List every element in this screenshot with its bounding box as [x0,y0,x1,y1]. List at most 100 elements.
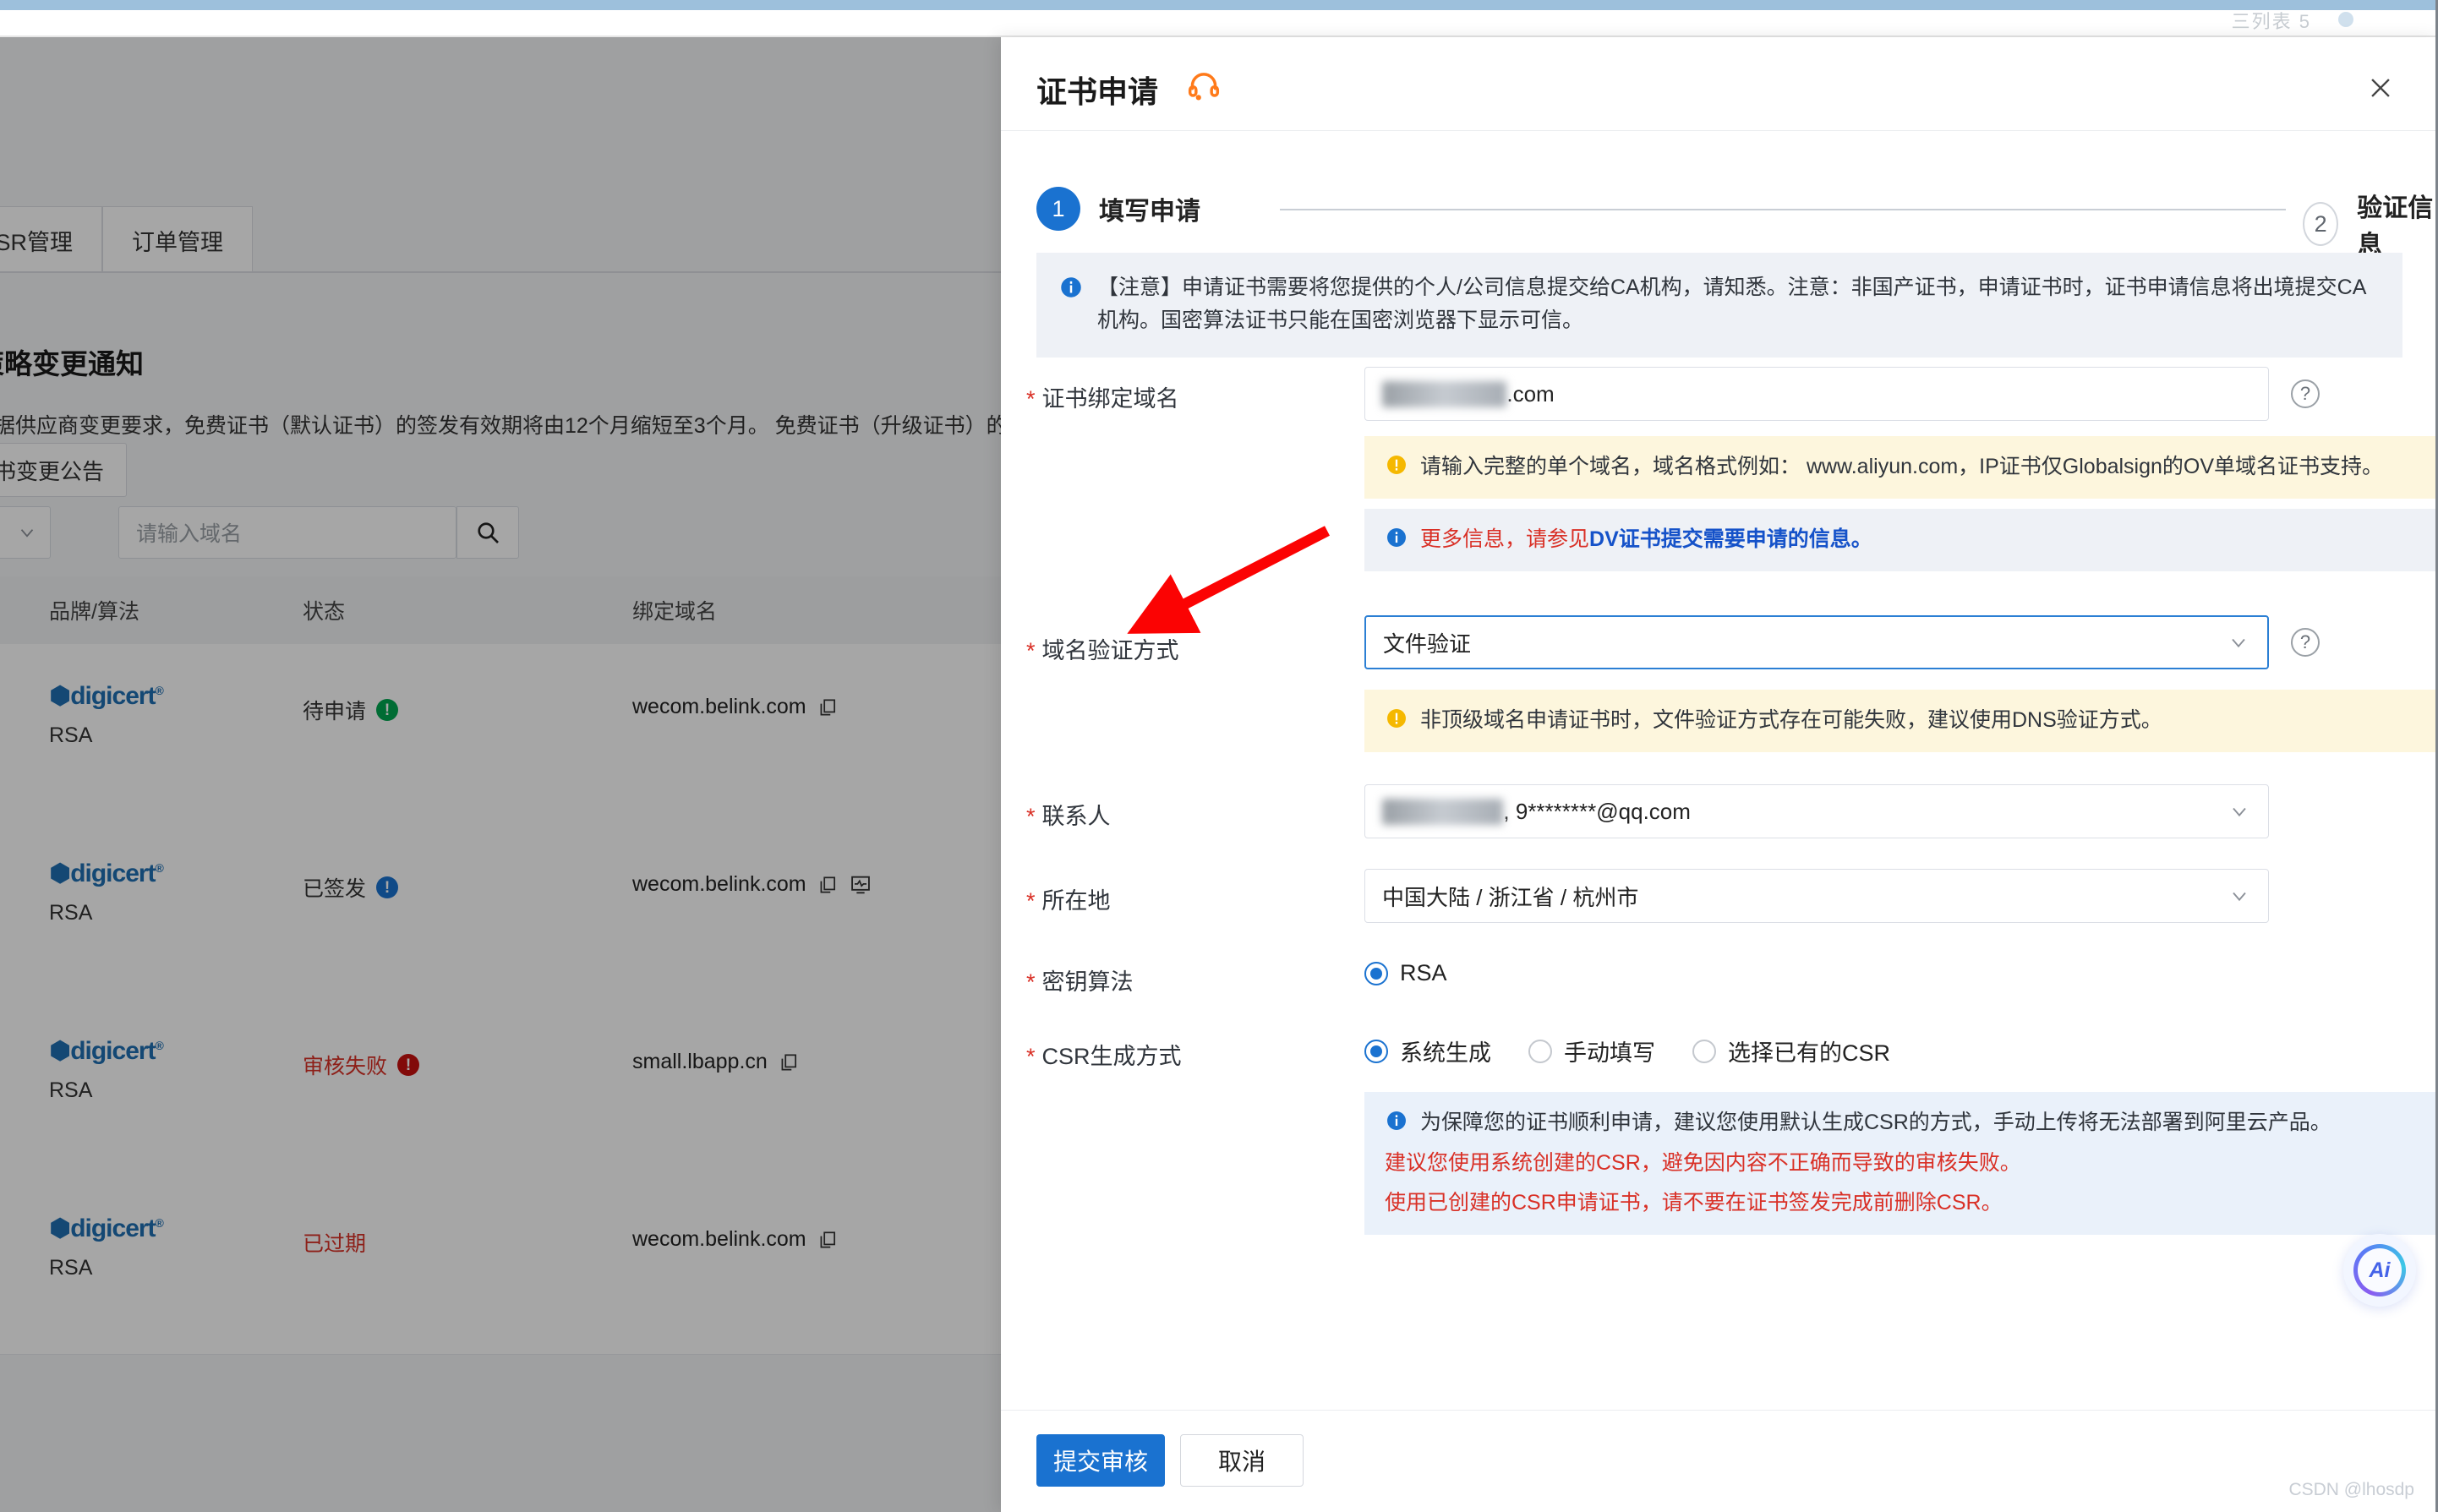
headset-icon[interactable] [1185,68,1222,109]
step-connector-line [1280,209,2286,210]
search-button[interactable] [456,506,519,559]
digicert-logo: ⬢digicert® [49,682,164,710]
dv-info-link[interactable]: DV证书提交需要申请的信息。 [1589,527,1872,551]
step-indicator: 1 填写申请 2 验证信息 [1001,166,2438,259]
label-text: 联系人 [1041,804,1111,829]
domain-text: wecom.belink.com [632,1227,806,1251]
label-csr-generation: * CSR生成方式 [1001,1038,1356,1071]
csr-radio-group: 系统生成 手动填写 选择已有的CSR [1364,1034,1890,1067]
step-number: 2 [2303,202,2339,246]
label-validation-method: * 域名验证方式 [1001,632,1356,665]
ai-assistant-button[interactable]: Ai [2343,1234,2416,1307]
table-row[interactable]: ⬢digicert® RSA 已过期 wecom.belink.com [0,1176,1001,1355]
radio-existing-csr[interactable]: 选择已有的CSR [1692,1034,1890,1067]
tab-csr-management[interactable]: CSR管理 [0,206,103,273]
chevron-down-icon [2233,807,2246,817]
button-label: 证书变更公告 [0,458,105,484]
table-header-row [0,576,1001,644]
status-badge: 审核失败! [303,1050,420,1080]
status-badge: 已过期 [303,1227,366,1258]
copy-icon[interactable] [778,1051,800,1073]
dv-info-prefix: 更多信息，请参见 [1420,527,1590,551]
monitor-icon[interactable] [849,873,872,897]
validation-method-select[interactable]: 文件验证 [1364,615,2269,669]
csr-info-text: 为保障您的证书顺利申请，建议您使用默认生成CSR的方式，手动上传将无法部署到阿里… [1420,1111,2331,1134]
radio-label: RSA [1400,960,1447,985]
domain-help-icon[interactable]: ? [2291,379,2320,408]
domain-text: wecom.belink.com [632,695,806,718]
table-row[interactable]: ⬢digicert® RSA 待申请! wecom.belink.com [0,644,1001,822]
radio-indicator [1528,1039,1552,1063]
radio-manual-input[interactable]: 手动填写 [1528,1034,1655,1067]
chevron-down-icon [20,529,34,538]
watermark: CSDN @lhosdp [2288,1480,2414,1499]
button-label: 取消 [1217,1449,1265,1475]
csr-warning-line-1: 建议您使用系统创建的CSR，避免因内容不正确而导致的审核失败。 [1385,1150,2021,1175]
field-row-contact: *联系人 ███ ██ ██, 9********@qq.com [1001,784,2438,838]
domain-cell: wecom.belink.com [632,1227,839,1252]
policy-notice-body: 根据供应商变更要求，免费证书（默认证书）的签发有效期将由12个月缩短至3个月。 … [0,414,1001,438]
domain-search-input[interactable]: 请输入域名 [118,506,456,559]
algorithm-label: RSA [49,1256,93,1280]
submit-button[interactable]: 提交审核 [1036,1434,1165,1487]
status-text: 审核失败 [303,1055,388,1078]
search-placeholder: 请输入域名 [136,522,243,546]
label-text: CSR生成方式 [1041,1044,1182,1069]
ai-button-label: Ai [2358,1248,2402,1292]
table-row[interactable]: ⬢digicert® RSA 审核失败! small.lbapp.cn [0,999,1001,1177]
validation-help-icon[interactable]: ? [2291,628,2320,657]
cancel-button[interactable]: 取消 [1180,1434,1304,1487]
validation-warning-banner: 非顶级域名申请证书时，文件验证方式存在可能失败，建议使用DNS验证方式。 [1364,690,2438,752]
validation-warning-text: 非顶级域名申请证书时，文件验证方式存在可能失败，建议使用DNS验证方式。 [1420,708,2162,732]
contact-email: , 9********@qq.com [1503,798,1691,824]
label-text: 域名验证方式 [1041,638,1179,663]
tab-order-management[interactable]: 订单管理 [102,206,254,273]
browser-tab-ghost-icon [2338,12,2353,27]
copy-icon[interactable] [817,874,839,896]
certificate-change-announcement-button[interactable]: 证书变更公告 [0,443,128,497]
close-button[interactable] [2362,69,2399,106]
table-row[interactable]: ⬢digicert® RSA 已签发! wecom.belink.com [0,822,1001,1000]
certificate-application-form: *证书绑定域名 ████████.com ? 请输入完整的单个域名，域名格式例如… [1001,367,2438,1244]
background-tabs: CSR管理 订单管理 [0,206,254,273]
required-marker: * [1026,1044,1036,1069]
label-location: * 所在地 [1001,882,1356,915]
status-text: 已签发 [303,877,367,901]
search-icon [478,522,499,543]
domain-text: small.lbapp.cn [632,1050,768,1073]
radio-rsa[interactable]: RSA [1364,960,1447,986]
info-icon [1061,277,1081,297]
domain-input[interactable]: ████████.com [1364,367,2269,421]
digicert-logo: ⬢digicert® [49,860,164,887]
info-icon [1387,1111,1406,1130]
step-fill-application: 1 填写申请 [1036,187,1200,231]
contact-masked-value: ███ ██ ██ [1382,798,1504,825]
location-select[interactable]: 中国大陆 / 浙江省 / 杭州市 [1364,869,2269,923]
required-marker: * [1026,638,1036,663]
status-icon: ! [397,1054,420,1076]
button-label: 提交审核 [1052,1449,1148,1475]
red-arrow-annotation [1127,526,1330,634]
label-text: 密钥算法 [1041,969,1134,995]
radio-system-generated[interactable]: 系统生成 [1364,1034,1491,1067]
tabs-underline [0,271,1001,273]
status-badge: 已签发! [303,872,399,903]
tab-label: 订单管理 [132,229,224,255]
copy-icon[interactable] [817,1229,839,1251]
radio-indicator [1364,1039,1388,1063]
background-page: CSR管理 订单管理 策略变更通知 根据供应商变更要求，免费证书（默认证书）的签… [0,37,1001,1512]
field-row-location: * 所在地 中国大陆 / 浙江省 / 杭州市 [1001,869,2438,923]
label-contact: * 联系人 [1001,798,1356,831]
status-badge: 待申请! [303,695,399,725]
contact-select[interactable]: ███ ██ ██, 9********@qq.com [1364,784,2269,838]
drawer-title: 证书申请 [1036,74,1159,109]
step-label: 填写申请 [1099,198,1200,226]
policy-notice-title: 策略变更通知 [0,348,144,379]
field-row-domain: *证书绑定域名 ████████.com ? [1001,367,2438,421]
label-key-algorithm: * 密钥算法 [1001,963,1356,996]
status-text: 已过期 [303,1232,367,1256]
copy-icon[interactable] [817,696,839,718]
close-icon [2371,79,2390,97]
filter-select[interactable] [0,506,51,559]
algorithm-label: RSA [49,1078,93,1102]
